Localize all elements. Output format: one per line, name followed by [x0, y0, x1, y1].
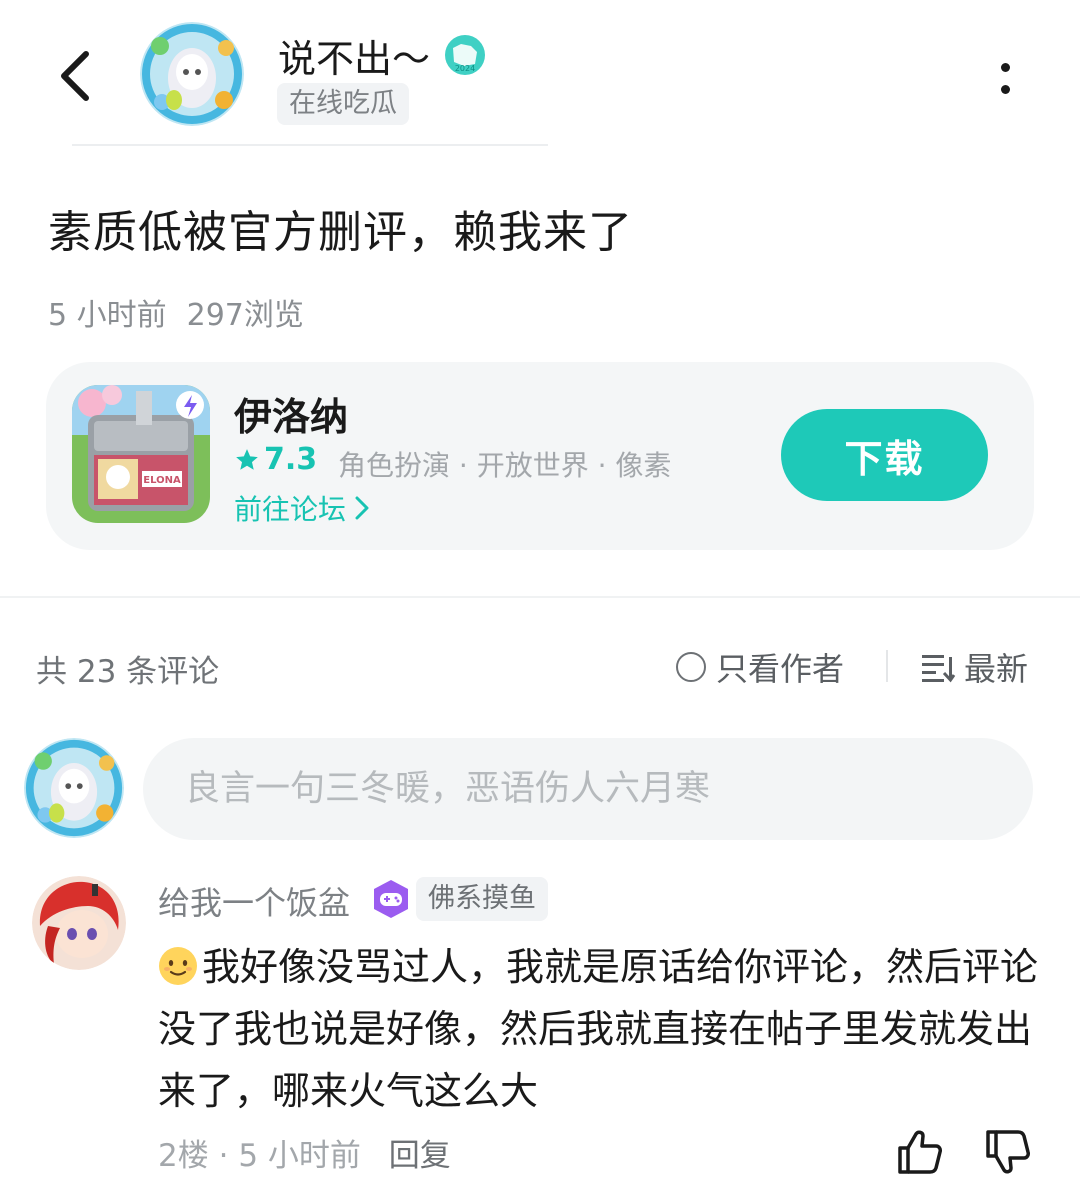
more-options-button[interactable]: [980, 50, 1030, 106]
commenter-avatar[interactable]: [32, 876, 126, 970]
like-button[interactable]: [894, 1126, 946, 1178]
comment-body: 我好像没骂过人，我就是原话给你评论，然后评论没了我也说是好像，然后我就直接在帖子…: [158, 936, 1038, 1122]
comment-input[interactable]: [143, 738, 1033, 840]
comment-count: 共 23 条评论: [36, 654, 220, 690]
post-meta: 5 小时前 297浏览: [48, 290, 304, 334]
comment-meta: 2楼 · 5 小时前 回复: [158, 1138, 451, 1174]
game-tags: 角色扮演 · 开放世界 · 像素: [338, 449, 672, 482]
author-avatar[interactable]: [140, 22, 244, 126]
rating-value: 7.3: [264, 442, 318, 477]
game-name[interactable]: 伊洛纳: [234, 386, 348, 441]
post-title: 素质低被官方删评，赖我来了: [48, 207, 633, 258]
chevron-right-icon: [355, 496, 369, 520]
game-icon[interactable]: ELONA: [72, 385, 210, 523]
sort-button[interactable]: 最新: [920, 644, 1028, 690]
divider: [886, 650, 888, 682]
more-vertical-icon: [1000, 62, 1010, 72]
comment-floor: 2楼: [158, 1138, 209, 1174]
author-only-toggle[interactable]: 只看作者: [676, 644, 844, 690]
radio-icon: [676, 652, 706, 682]
star-icon: [236, 448, 258, 470]
sort-label: 最新: [964, 650, 1029, 688]
thumbs-up-icon: [898, 1130, 942, 1174]
reply-button[interactable]: 回复: [389, 1138, 451, 1174]
download-button[interactable]: 下载: [781, 409, 988, 501]
comment-time: 5 小时前: [238, 1138, 361, 1174]
post-views: 297浏览: [186, 298, 304, 333]
divider: [72, 144, 548, 146]
gamepad-badge-icon: [370, 878, 412, 920]
current-user-avatar: [24, 738, 124, 838]
svg-text:2024: 2024: [455, 64, 475, 73]
dislike-button[interactable]: [982, 1126, 1034, 1178]
comment-text: 我好像没骂过人，我就是原话给你评论，然后评论没了我也说是好像，然后我就直接在帖子…: [158, 945, 1039, 1113]
forum-link-label: 前往论坛: [234, 493, 347, 526]
sort-icon: [922, 655, 956, 683]
post-time: 5 小时前: [48, 298, 167, 333]
game-rating: 7.3: [234, 442, 317, 477]
commenter-title-tag: 佛系摸鱼: [416, 877, 548, 921]
chevron-left-icon: [61, 51, 89, 101]
smile-emoji-icon: [159, 947, 197, 985]
author-name[interactable]: 说不出～: [278, 28, 430, 83]
author-only-label: 只看作者: [716, 650, 845, 688]
back-button[interactable]: [40, 40, 112, 112]
forum-link[interactable]: 前往论坛: [234, 488, 370, 528]
author-title-tag: 在线吃瓜: [277, 83, 409, 125]
commenter-name[interactable]: 给我一个饭盆: [158, 878, 350, 924]
section-divider: [0, 596, 1080, 598]
svg-text:ELONA: ELONA: [143, 475, 181, 486]
year-badge-icon: 2024: [444, 34, 486, 76]
thumbs-down-icon: [986, 1130, 1030, 1174]
